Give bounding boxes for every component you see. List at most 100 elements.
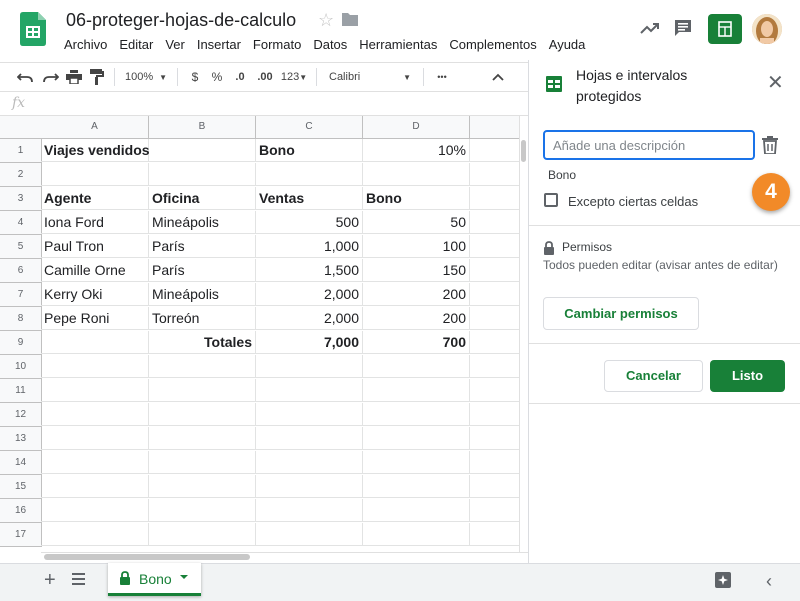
row-header-17[interactable]: 17 — [0, 523, 42, 547]
menu-herramientas[interactable]: Herramientas — [353, 36, 443, 53]
cell-d9[interactable]: 700 — [363, 331, 470, 354]
collapse-toolbar-button[interactable] — [486, 63, 510, 91]
cell-c8[interactable]: 2,000 — [256, 307, 363, 330]
row-header-8[interactable]: 8 — [0, 307, 42, 331]
cell-d4[interactable]: 50 — [363, 211, 470, 234]
cell-d11[interactable] — [363, 379, 470, 402]
menu-insertar[interactable]: Insertar — [191, 36, 247, 53]
share-button[interactable] — [708, 14, 742, 44]
increase-decimal-button[interactable]: .00 — [252, 63, 278, 91]
row-header-1[interactable]: 1 — [0, 139, 42, 163]
vertical-scroll-thumb[interactable] — [521, 140, 526, 162]
change-permissions-button[interactable]: Cambiar permisos — [543, 297, 699, 330]
star-icon[interactable]: ☆ — [318, 10, 334, 31]
paint-format-button[interactable] — [86, 63, 108, 91]
cell-b5[interactable]: París — [149, 235, 256, 258]
cell-a17[interactable] — [41, 523, 149, 546]
cell-b10[interactable] — [149, 355, 256, 378]
row-header-2[interactable]: 2 — [0, 163, 42, 187]
cell-c11[interactable] — [256, 379, 363, 402]
font-select[interactable]: Calibri ▼ — [323, 63, 417, 91]
cell-a9[interactable] — [41, 331, 149, 354]
row-header-4[interactable]: 4 — [0, 211, 42, 235]
cell-a12[interactable] — [41, 403, 149, 426]
cell-a5[interactable]: Paul Tron — [41, 235, 149, 258]
decrease-decimal-button[interactable]: .0 — [228, 63, 252, 91]
formula-bar[interactable] — [0, 91, 528, 116]
cancel-button[interactable]: Cancelar — [604, 360, 703, 392]
menu-ver[interactable]: Ver — [159, 36, 191, 53]
cell-d13[interactable] — [363, 427, 470, 450]
cell-d8[interactable]: 200 — [363, 307, 470, 330]
spreadsheet-grid[interactable]: A B C D 1 Viajes vendidos Bono 10% 2 3 Agente O… — [0, 116, 528, 552]
cell-d7[interactable]: 200 — [363, 283, 470, 306]
cell-a11[interactable] — [41, 379, 149, 402]
cell-c17[interactable] — [256, 523, 363, 546]
row-header-16[interactable]: 16 — [0, 499, 42, 523]
cell-d2[interactable] — [363, 163, 470, 186]
percent-format-button[interactable]: % — [206, 63, 228, 91]
cell-c6[interactable]: 1,500 — [256, 259, 363, 282]
cell-a16[interactable] — [41, 499, 149, 522]
cell-a3[interactable]: Agente — [41, 187, 149, 210]
cell-a4[interactable]: Iona Ford — [41, 211, 149, 234]
cell-d1[interactable]: 10% — [363, 139, 470, 162]
cell-d14[interactable] — [363, 451, 470, 474]
cell-c7[interactable]: 2,000 — [256, 283, 363, 306]
explore-icon[interactable] — [714, 571, 732, 589]
document-title[interactable]: 06-proteger-hojas-de-calculo — [66, 10, 296, 31]
except-cells-label[interactable]: Excepto ciertas celdas — [568, 194, 698, 209]
cell-b3[interactable]: Oficina — [149, 187, 256, 210]
select-all-corner[interactable] — [0, 116, 42, 139]
row-header-5[interactable]: 5 — [0, 235, 42, 259]
row-header-7[interactable]: 7 — [0, 283, 42, 307]
column-header-d[interactable]: D — [363, 116, 470, 139]
cell-b11[interactable] — [149, 379, 256, 402]
done-button[interactable]: Listo — [710, 360, 785, 392]
cell-b7[interactable]: Mineápolis — [149, 283, 256, 306]
menu-archivo[interactable]: Archivo — [58, 36, 113, 53]
cell-a13[interactable] — [41, 427, 149, 450]
cell-c12[interactable] — [256, 403, 363, 426]
cell-c14[interactable] — [256, 451, 363, 474]
cell-b14[interactable] — [149, 451, 256, 474]
cell-c9[interactable]: 7,000 — [256, 331, 363, 354]
cell-a10[interactable] — [41, 355, 149, 378]
cell-d17[interactable] — [363, 523, 470, 546]
cell-c2[interactable] — [256, 163, 363, 186]
menu-formato[interactable]: Formato — [247, 36, 307, 53]
menu-ayuda[interactable]: Ayuda — [543, 36, 592, 53]
menu-complementos[interactable]: Complementos — [443, 36, 542, 53]
currency-format-button[interactable]: $ — [184, 63, 206, 91]
sheets-logo-icon[interactable] — [20, 12, 46, 46]
menu-editar[interactable]: Editar — [113, 36, 159, 53]
cell-c5[interactable]: 1,000 — [256, 235, 363, 258]
cell-b9[interactable]: Totales — [149, 331, 256, 354]
cell-a8[interactable]: Pepe Roni — [41, 307, 149, 330]
column-header-c[interactable]: C — [256, 116, 363, 139]
except-cells-checkbox[interactable] — [544, 193, 558, 207]
row-header-13[interactable]: 13 — [0, 427, 42, 451]
menu-datos[interactable]: Datos — [307, 36, 353, 53]
cell-a15[interactable] — [41, 475, 149, 498]
cell-c3[interactable]: Ventas — [256, 187, 363, 210]
folder-icon[interactable] — [342, 12, 358, 26]
cell-d3[interactable]: Bono — [363, 187, 470, 210]
cell-a6[interactable]: Camille Orne — [41, 259, 149, 282]
row-header-12[interactable]: 12 — [0, 403, 42, 427]
row-header-6[interactable]: 6 — [0, 259, 42, 283]
horizontal-scroll-thumb[interactable] — [44, 554, 250, 560]
avatar[interactable] — [752, 14, 782, 44]
row-header-15[interactable]: 15 — [0, 475, 42, 499]
cell-c15[interactable] — [256, 475, 363, 498]
row-header-10[interactable]: 10 — [0, 355, 42, 379]
cell-b4[interactable]: Mineápolis — [149, 211, 256, 234]
comment-icon[interactable] — [673, 18, 693, 38]
cell-a7[interactable]: Kerry Oki — [41, 283, 149, 306]
cell-a14[interactable] — [41, 451, 149, 474]
column-header-b[interactable]: B — [149, 116, 256, 139]
add-sheet-button[interactable]: + — [44, 569, 56, 592]
cell-a2[interactable] — [41, 163, 149, 186]
cell-a1[interactable]: Viajes vendidos — [41, 139, 150, 162]
cell-d12[interactable] — [363, 403, 470, 426]
